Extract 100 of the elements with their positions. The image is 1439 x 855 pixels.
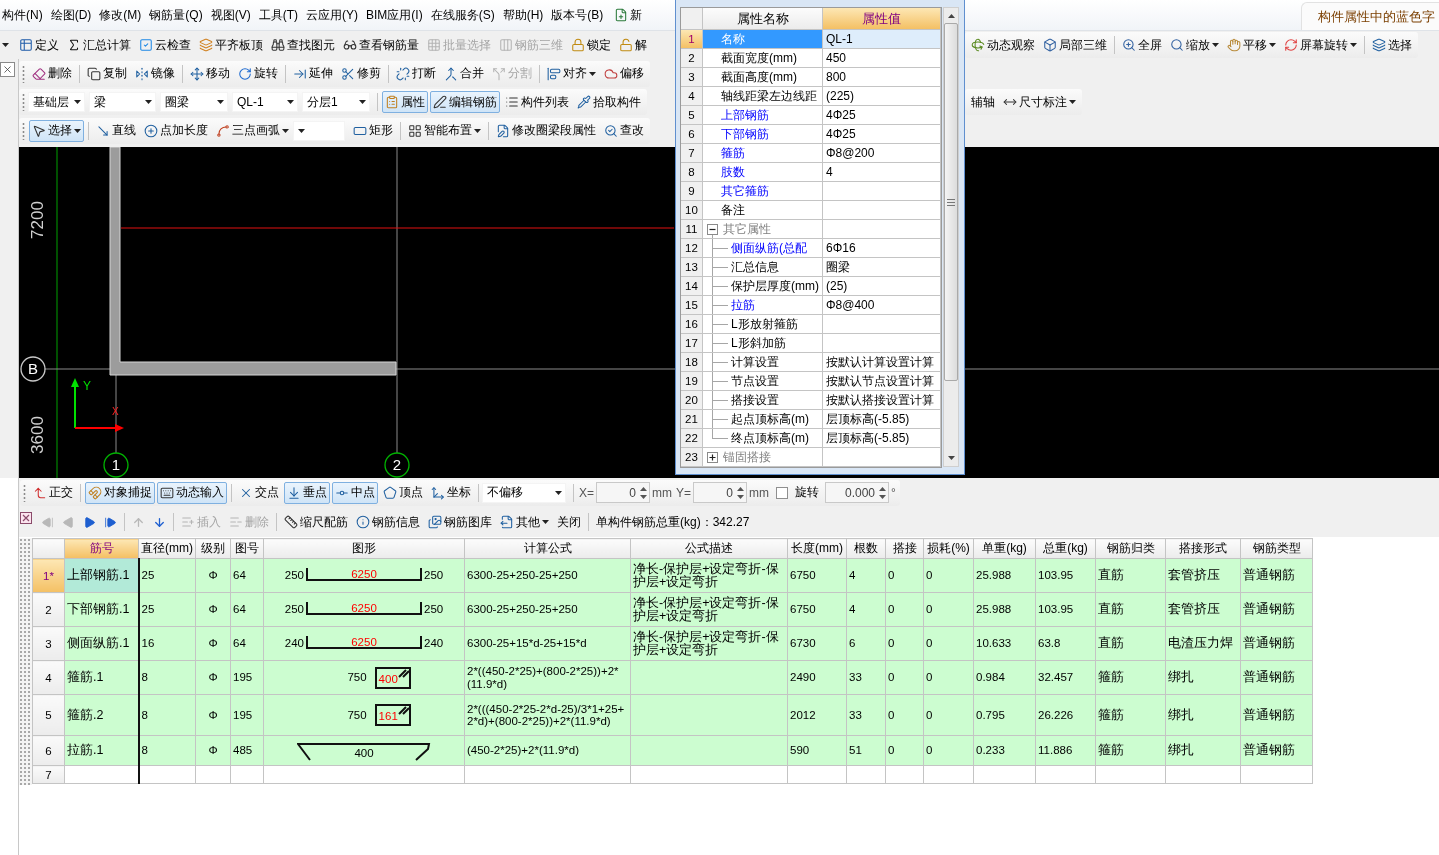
column-header[interactable]: 筋号 <box>64 538 139 559</box>
property-name-cell[interactable]: 终点顶标高(m) <box>703 429 823 448</box>
property-name-cell[interactable]: 锚固搭接 <box>703 448 823 467</box>
toolbar-button[interactable]: 垂点 <box>284 481 330 504</box>
toolbar-grip[interactable] <box>23 483 26 502</box>
toolbar-button[interactable]: 解 <box>616 34 650 56</box>
property-value[interactable]: 层顶标高(-5.85) <box>823 429 941 448</box>
toolbar-button[interactable]: 延伸 <box>290 62 336 85</box>
toolbar-button[interactable]: 查改 <box>601 119 647 142</box>
toolbar-button[interactable]: 属性 <box>382 91 428 113</box>
toolbar-button[interactable]: 局部三维 <box>1040 34 1110 56</box>
toolbar-button[interactable]: 坐标 <box>428 481 474 504</box>
property-name-cell[interactable]: L形斜加筋 <box>703 334 823 353</box>
toolbar-button[interactable]: 钢筋图库 <box>425 511 495 533</box>
property-name-cell[interactable]: 其它属性 <box>703 220 823 239</box>
column-header[interactable]: 损耗(%) <box>923 538 974 559</box>
column-header[interactable]: 搭接形式 <box>1165 538 1241 559</box>
menu-item[interactable]: 修改(M) <box>98 4 143 26</box>
property-name-cell[interactable]: 肢数 <box>703 163 823 182</box>
toolbar-button[interactable]: 交点 <box>236 481 282 504</box>
toolbar-button[interactable]: 合并 <box>441 62 487 85</box>
menu-item[interactable]: 工具(T) <box>257 4 299 26</box>
column-header[interactable]: 图号 <box>230 538 264 559</box>
toolbar-button[interactable]: 定义 <box>16 34 62 56</box>
toolbar-button[interactable]: 移动 <box>187 62 233 85</box>
property-name-cell[interactable]: 下部钢筋 <box>703 125 823 144</box>
toolbar-button[interactable]: 修改圈梁段属性 <box>493 119 599 142</box>
toolbar-button[interactable]: 删除 <box>29 62 75 85</box>
property-name-cell[interactable]: 拉筋 <box>703 296 823 315</box>
column-header[interactable]: 长度(mm) <box>787 538 847 559</box>
row-number-cell[interactable]: 5 <box>32 694 65 736</box>
toolbar-button[interactable]: 平移 <box>1224 34 1279 56</box>
menu-item[interactable]: 在线服务(S) <box>429 4 496 26</box>
property-value[interactable]: (25) <box>823 277 941 296</box>
toolbar-button[interactable]: 其他 <box>497 511 552 533</box>
toolbar-button[interactable]: 拾取构件 <box>574 91 644 113</box>
toolbar-button[interactable]: 查找图元 <box>268 34 338 56</box>
menu-item[interactable]: 构件(N) <box>1 4 44 26</box>
property-value[interactable]: QL-1 <box>823 30 941 49</box>
property-name-cell[interactable]: L形放射箍筋 <box>703 315 823 334</box>
toolbar-button[interactable]: 云检查 <box>136 34 194 56</box>
toolbar-grip[interactable] <box>22 64 25 83</box>
toolbar-button[interactable]: 辅轴 <box>968 91 998 113</box>
property-name-cell[interactable]: 备注 <box>703 201 823 220</box>
property-name-cell[interactable]: 汇总信息 <box>703 258 823 277</box>
collapse-icon[interactable] <box>707 223 718 235</box>
toolbar-button[interactable]: 顶点 <box>380 481 426 504</box>
property-value[interactable]: 450 <box>823 49 941 68</box>
column-header[interactable]: 搭接 <box>885 538 924 559</box>
toolbar-button[interactable]: 缩放 <box>1167 34 1222 56</box>
scroll-up-icon[interactable] <box>947 14 955 18</box>
property-value[interactable]: 圈梁 <box>823 258 941 277</box>
toolbar-button[interactable]: 尺寸标注 <box>1000 91 1079 113</box>
toolbar-button[interactable]: 镜像 <box>132 62 178 85</box>
column-header[interactable]: 图形 <box>263 538 465 559</box>
property-value[interactable]: 4Φ25 <box>823 106 941 125</box>
toolbar-button[interactable]: 新 <box>611 4 646 26</box>
column-header[interactable]: 钢筋归类 <box>1095 538 1166 559</box>
property-value[interactable]: Φ8@200 <box>823 144 941 163</box>
toolbar-button[interactable]: 智能布置 <box>405 119 484 142</box>
scrollbar-thumb[interactable] <box>944 23 958 381</box>
expand-icon[interactable] <box>707 451 718 463</box>
spinner-icon[interactable] <box>737 485 745 500</box>
property-name-cell[interactable]: 其它箍筋 <box>703 182 823 201</box>
close-button[interactable] <box>0 62 15 77</box>
dropdown-field[interactable]: 圈梁 <box>160 92 228 112</box>
toolbar-button[interactable]: 偏移 <box>601 62 647 85</box>
property-name-cell[interactable]: 计算设置 <box>703 353 823 372</box>
toolbar-button[interactable]: 全屏 <box>1119 34 1165 56</box>
spinner-icon[interactable] <box>879 485 887 500</box>
number-field[interactable]: 0.000 <box>825 482 890 503</box>
toolbar-button[interactable]: 汇总计算 <box>64 34 134 56</box>
toolbar-button[interactable]: 缩尺配筋 <box>281 511 351 533</box>
property-value[interactable]: 按默认计算设置计算 <box>823 353 941 372</box>
column-header[interactable]: 直径(mm) <box>138 538 196 559</box>
row-number-cell[interactable]: 1* <box>32 558 65 593</box>
toolbar-button[interactable]: 正交 <box>30 481 76 504</box>
column-header[interactable]: 根数 <box>846 538 886 559</box>
property-name-cell[interactable]: 节点设置 <box>703 372 823 391</box>
property-name-cell[interactable]: 搭接设置 <box>703 391 823 410</box>
property-value[interactable]: (225) <box>823 87 941 106</box>
toolbar-button[interactable]: 直线 <box>93 119 139 142</box>
property-name-cell[interactable]: 侧面纵筋(总配 <box>703 239 823 258</box>
column-header[interactable]: 属性名称 <box>703 8 823 30</box>
property-name-cell[interactable]: 轴线距梁左边线距 <box>703 87 823 106</box>
property-value[interactable]: 层顶标高(-5.85) <box>823 410 941 429</box>
number-field[interactable]: 0 <box>596 482 650 503</box>
property-name-cell[interactable]: 保护层厚度(mm) <box>703 277 823 296</box>
column-header[interactable]: 总重(kg) <box>1035 538 1096 559</box>
property-value[interactable]: 6Φ16 <box>823 239 941 258</box>
splitter-handle[interactable] <box>19 538 32 785</box>
property-value[interactable]: 4 <box>823 163 941 182</box>
spinner-icon[interactable] <box>640 485 647 500</box>
menu-item[interactable]: 版本号(B) <box>550 4 605 26</box>
toolbar-button[interactable]: 动态观察 <box>968 34 1038 56</box>
toolbar-button[interactable]: 对齐 <box>544 62 599 85</box>
toolbar-button[interactable]: 旋转 <box>235 62 281 85</box>
window-close-icon[interactable] <box>20 512 32 524</box>
property-value[interactable]: 按默认搭接设置计算 <box>823 391 941 410</box>
beam-shape[interactable] <box>109 147 397 376</box>
